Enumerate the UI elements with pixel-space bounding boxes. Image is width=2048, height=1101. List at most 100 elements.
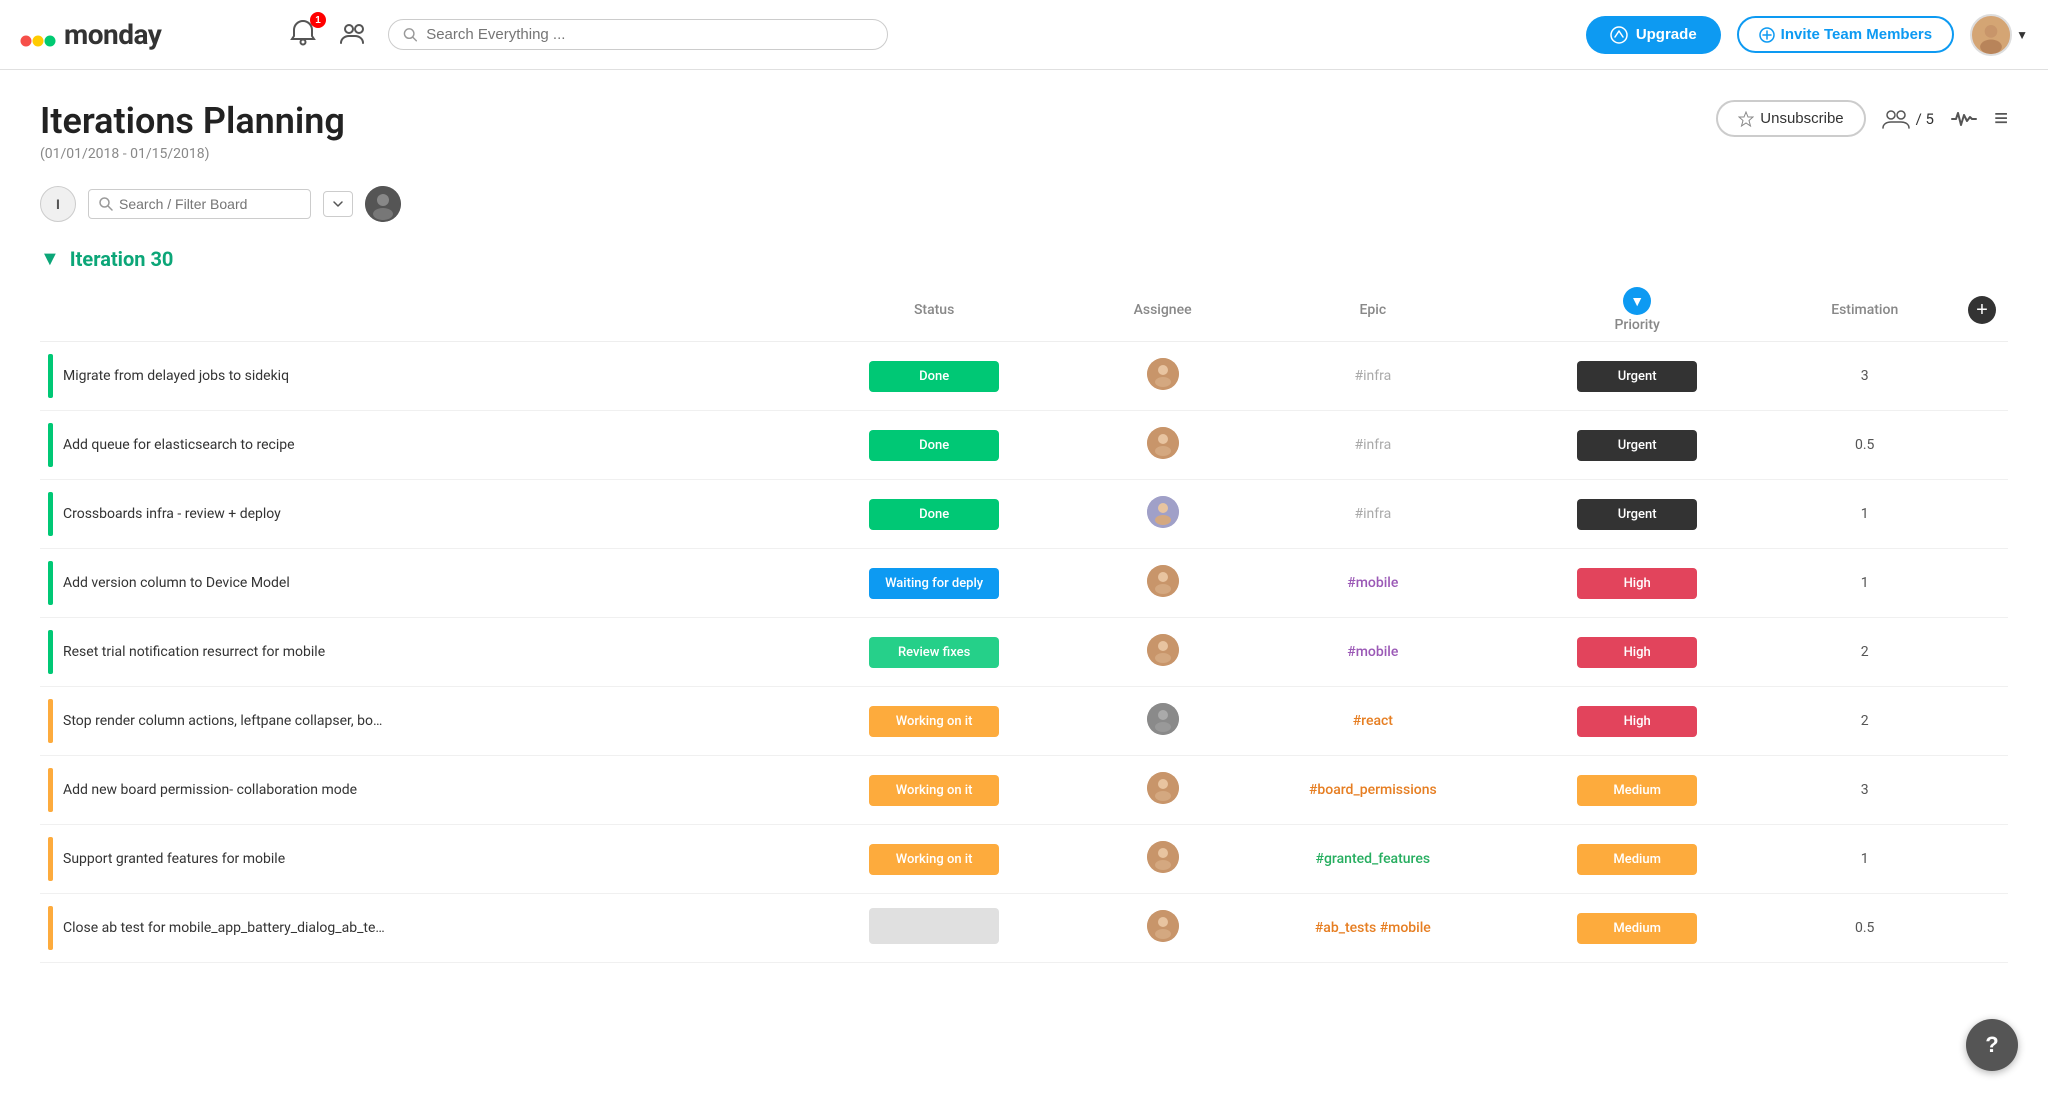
task-color-indicator <box>48 768 53 812</box>
team-button[interactable] <box>334 14 372 55</box>
status-cell[interactable]: Done <box>788 342 1081 411</box>
task-name: Reset trial notification resurrect for m… <box>63 644 325 660</box>
priority-badge[interactable]: Medium <box>1577 775 1697 806</box>
iteration-section: ▼ Iteration 30 Status Assignee Epic ▼ Pr… <box>40 246 2008 963</box>
priority-badge[interactable]: Medium <box>1577 913 1697 944</box>
members-icon <box>1882 105 1910 133</box>
priority-badge[interactable]: Urgent <box>1577 430 1697 461</box>
table-row: Add queue for elasticsearch to recipe Do… <box>40 411 2008 480</box>
assignee-avatar[interactable] <box>1147 358 1179 390</box>
epic-tag[interactable]: #infra <box>1354 437 1391 453</box>
priority-cell[interactable]: High <box>1501 618 1774 687</box>
priority-dropdown-button[interactable]: ▼ <box>1623 287 1651 315</box>
filter-avatar[interactable] <box>365 186 401 222</box>
assignee-cell <box>1080 756 1244 825</box>
task-name: Migrate from delayed jobs to sidekiq <box>63 368 289 384</box>
status-badge[interactable]: Waiting for deply <box>869 568 999 599</box>
priority-cell[interactable]: Medium <box>1501 825 1774 894</box>
epic-tag[interactable]: #react <box>1353 713 1393 729</box>
top-navigation: monday 1 <box>0 0 2048 70</box>
epic-tag[interactable]: #infra <box>1354 506 1391 522</box>
add-column-button[interactable]: + <box>1968 296 1996 324</box>
priority-cell[interactable]: Urgent <box>1501 480 1774 549</box>
help-button[interactable]: ? <box>1966 1019 2018 1071</box>
priority-badge[interactable]: High <box>1577 706 1697 737</box>
assignee-avatar[interactable] <box>1147 772 1179 804</box>
filter-dropdown-button[interactable] <box>323 191 353 217</box>
upgrade-button[interactable]: Upgrade <box>1586 16 1721 54</box>
epic-tag[interactable]: #board_permissions <box>1309 782 1437 798</box>
task-color-indicator <box>48 354 53 398</box>
priority-cell[interactable]: High <box>1501 549 1774 618</box>
epic-tag[interactable]: #infra <box>1354 368 1391 384</box>
priority-badge[interactable]: Medium <box>1577 844 1697 875</box>
task-name: Add version column to Device Model <box>63 575 290 591</box>
task-cell: Add version column to Device Model <box>40 549 788 618</box>
user-avatar[interactable] <box>1970 14 2012 56</box>
task-cell: Close ab test for mobile_app_battery_dia… <box>40 894 788 963</box>
status-empty[interactable] <box>869 908 999 944</box>
search-input[interactable] <box>426 26 873 43</box>
monday-logo-icon <box>20 21 56 49</box>
epic-tag[interactable]: #ab_tests #mobile <box>1315 920 1431 936</box>
status-badge[interactable]: Review fixes <box>869 637 999 668</box>
status-cell[interactable]: Done <box>788 411 1081 480</box>
epic-tag[interactable]: #granted_features <box>1316 851 1431 867</box>
members-count: / 5 <box>1882 105 1934 133</box>
priority-cell[interactable]: High <box>1501 687 1774 756</box>
menu-button[interactable]: ≡ <box>1994 105 2008 133</box>
iteration-toggle[interactable]: ▼ <box>40 246 60 271</box>
status-badge[interactable]: Done <box>869 430 999 461</box>
assignee-avatar[interactable] <box>1147 496 1179 528</box>
status-badge[interactable]: Working on it <box>869 844 999 875</box>
invite-team-button[interactable]: Invite Team Members <box>1737 16 1954 53</box>
status-cell[interactable]: Working on it <box>788 687 1081 756</box>
epic-tag[interactable]: #mobile <box>1347 575 1398 591</box>
global-search[interactable] <box>388 19 888 50</box>
table-row: Add version column to Device Model Waiti… <box>40 549 2008 618</box>
epic-tag[interactable]: #mobile <box>1347 644 1398 660</box>
star-icon <box>1738 111 1754 127</box>
status-badge[interactable]: Done <box>869 499 999 530</box>
col-header-task <box>40 279 788 342</box>
priority-badge[interactable]: High <box>1577 637 1697 668</box>
assignee-avatar[interactable] <box>1147 427 1179 459</box>
estimation-cell: 1 <box>1773 480 1956 549</box>
assignee-avatar[interactable] <box>1147 841 1179 873</box>
status-badge[interactable]: Working on it <box>869 775 999 806</box>
status-cell[interactable] <box>788 894 1081 963</box>
iteration-title: Iteration 30 <box>70 247 174 271</box>
notifications-button[interactable]: 1 <box>284 14 322 55</box>
priority-badge[interactable]: Urgent <box>1577 499 1697 530</box>
priority-badge[interactable]: Urgent <box>1577 361 1697 392</box>
filter-search-input[interactable] <box>119 196 300 212</box>
status-cell[interactable]: Done <box>788 480 1081 549</box>
task-color-indicator <box>48 906 53 950</box>
assignee-avatar[interactable] <box>1147 910 1179 942</box>
priority-cell[interactable]: Urgent <box>1501 342 1774 411</box>
assignee-avatar[interactable] <box>1147 703 1179 735</box>
status-badge[interactable]: Working on it <box>869 706 999 737</box>
avatar-dropdown-arrow[interactable]: ▼ <box>2016 28 2028 42</box>
estimation-cell: 2 <box>1773 618 1956 687</box>
board-table: Status Assignee Epic ▼ Priority Estimati… <box>40 279 2008 963</box>
assignee-avatar[interactable] <box>1147 565 1179 597</box>
filter-info-button[interactable]: I <box>40 186 76 222</box>
task-color-indicator <box>48 699 53 743</box>
status-cell[interactable]: Working on it <box>788 756 1081 825</box>
priority-cell[interactable]: Medium <box>1501 894 1774 963</box>
members-count-text: / 5 <box>1916 110 1934 128</box>
assignee-avatar[interactable] <box>1147 634 1179 666</box>
status-cell[interactable]: Review fixes <box>788 618 1081 687</box>
task-cell: Reset trial notification resurrect for m… <box>40 618 788 687</box>
unsubscribe-button[interactable]: Unsubscribe <box>1716 100 1865 137</box>
priority-cell[interactable]: Urgent <box>1501 411 1774 480</box>
status-cell[interactable]: Waiting for deply <box>788 549 1081 618</box>
priority-badge[interactable]: High <box>1577 568 1697 599</box>
pulse-button[interactable] <box>1950 105 1978 133</box>
status-badge[interactable]: Done <box>869 361 999 392</box>
task-color-indicator <box>48 492 53 536</box>
priority-cell[interactable]: Medium <box>1501 756 1774 825</box>
row-add-cell <box>1956 549 2008 618</box>
status-cell[interactable]: Working on it <box>788 825 1081 894</box>
